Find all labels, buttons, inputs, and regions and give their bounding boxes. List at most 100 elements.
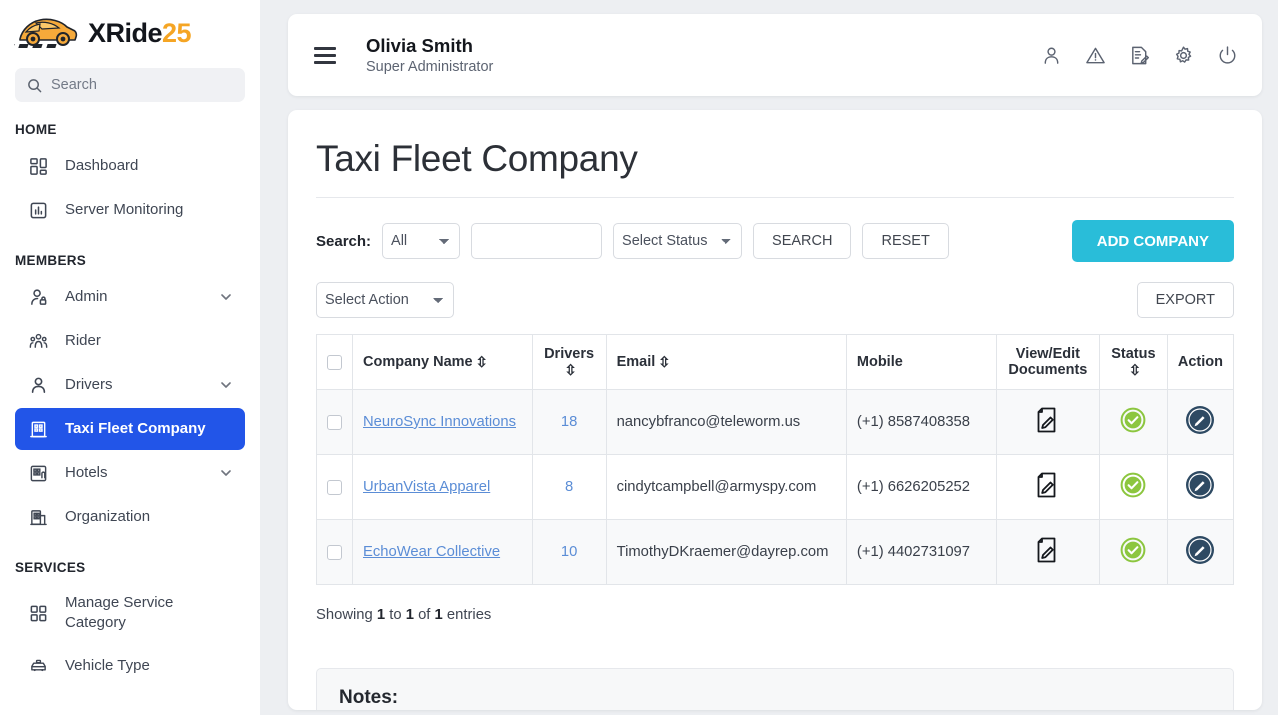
sidebar-item-label: Taxi Fleet Company <box>65 419 233 439</box>
column-label: View/Edit Documents <box>1008 346 1087 378</box>
table-row: UrbanVista Apparel 8 cindytcampbell@army… <box>317 455 1234 520</box>
mobile-cell: (+1) 8587408358 <box>846 390 996 455</box>
table-header: Company Name⇳ Drivers⇳ Email⇳ Mobile Vie… <box>317 335 1234 390</box>
sidebar-item-organization[interactable]: Organization <box>15 496 245 538</box>
nav-section-members: MEMBERS <box>0 233 260 274</box>
sidebar-item-dashboard[interactable]: Dashboard <box>15 145 245 187</box>
drivers-count-link[interactable]: 10 <box>561 544 577 560</box>
hotel-icon <box>27 462 49 484</box>
table-header-row: Company Name⇳ Drivers⇳ Email⇳ Mobile Vie… <box>317 335 1234 390</box>
sidebar-search[interactable] <box>15 68 245 102</box>
column-header-company-name[interactable]: Company Name⇳ <box>353 335 533 390</box>
document-edit-icon[interactable] <box>1035 406 1061 434</box>
sort-arrow-icon[interactable]: ⇳ <box>658 355 670 371</box>
drivers-cell: 10 <box>532 520 606 585</box>
column-header-email[interactable]: Email⇳ <box>606 335 846 390</box>
column-label: Status <box>1111 346 1155 362</box>
check-circle-icon[interactable] <box>1120 407 1146 433</box>
sort-arrow-icon[interactable]: ⇳ <box>476 355 488 371</box>
drivers-cell: 8 <box>532 455 606 520</box>
search-input[interactable] <box>51 77 233 93</box>
brand-name-accent: 25 <box>162 18 191 48</box>
edit-pencil-circle-icon[interactable] <box>1185 470 1215 500</box>
sidebar-item-admin[interactable]: Admin <box>15 276 245 318</box>
documents-cell <box>996 455 1099 520</box>
column-header-drivers[interactable]: Drivers⇳ <box>532 335 606 390</box>
edit-pencil-circle-icon[interactable] <box>1185 405 1215 435</box>
notes-title: Notes: <box>339 687 1211 709</box>
sidebar-item-drivers[interactable]: Drivers <box>15 364 245 406</box>
sidebar-item-server-monitoring[interactable]: Server Monitoring <box>15 189 245 231</box>
sidebar: XRide25 HOME Dashboard Server Moni <box>0 0 260 715</box>
row-checkbox[interactable] <box>327 480 342 495</box>
bulk-action-toolbar: Select Action EXPORT <box>316 282 1234 318</box>
chevron-down-icon[interactable] <box>219 290 233 304</box>
sidebar-item-taxi-fleet-company[interactable]: Taxi Fleet Company <box>15 408 245 450</box>
select-all-checkbox[interactable] <box>327 355 342 370</box>
search-text-input[interactable] <box>471 223 602 259</box>
drivers-count-link[interactable]: 8 <box>565 479 573 495</box>
sidebar-item-hotels[interactable]: Hotels <box>15 452 245 494</box>
brand-logo[interactable]: XRide25 <box>0 0 260 64</box>
table-row: EchoWear Collective 10 TimothyDKraemer@d… <box>317 520 1234 585</box>
sidebar-item-label: Drivers <box>65 375 203 395</box>
status-cell <box>1099 390 1167 455</box>
showing-total: 1 <box>435 607 443 623</box>
sidebar-item-label: Dashboard <box>65 156 233 176</box>
chevron-down-icon[interactable] <box>219 466 233 480</box>
users-group-icon <box>27 330 49 352</box>
column-header-status[interactable]: Status⇳ <box>1099 335 1167 390</box>
content-card: Taxi Fleet Company Search: All Select St… <box>288 110 1262 710</box>
search-icon <box>27 78 42 93</box>
bulk-action-select[interactable]: Select Action <box>316 282 454 318</box>
row-checkbox[interactable] <box>327 415 342 430</box>
check-circle-icon[interactable] <box>1120 472 1146 498</box>
car-icon <box>14 12 80 54</box>
company-name-link[interactable]: NeuroSync Innovations <box>363 414 516 430</box>
add-company-button[interactable]: ADD COMPANY <box>1072 220 1234 262</box>
sort-arrow-icon[interactable]: ⇳ <box>565 363 577 379</box>
showing-to: 1 <box>406 607 414 623</box>
status-cell <box>1099 520 1167 585</box>
user-lock-icon <box>27 286 49 308</box>
header-icon-group <box>1041 45 1238 66</box>
sidebar-item-manage-service-category[interactable]: Manage Service Category <box>15 583 245 644</box>
edit-pencil-circle-icon[interactable] <box>1185 535 1215 565</box>
hamburger-icon[interactable] <box>314 43 336 68</box>
action-cell <box>1167 390 1233 455</box>
company-name-link[interactable]: UrbanVista Apparel <box>363 479 490 495</box>
column-label: Email <box>617 354 656 370</box>
gear-icon[interactable] <box>1173 45 1194 66</box>
power-icon[interactable] <box>1217 45 1238 66</box>
search-category-select[interactable]: All <box>382 223 460 259</box>
search-button[interactable]: SEARCH <box>753 223 851 259</box>
edit-document-icon[interactable] <box>1129 45 1150 66</box>
sidebar-item-label: Manage Service Category <box>65 593 233 634</box>
sidebar-item-rider[interactable]: Rider <box>15 320 245 362</box>
sidebar-item-label: Rider <box>65 331 233 351</box>
top-header-bar: Olivia Smith Super Administrator <box>288 14 1262 96</box>
document-edit-icon[interactable] <box>1035 471 1061 499</box>
sort-arrow-icon[interactable]: ⇳ <box>1129 363 1141 379</box>
sidebar-item-vehicle-type[interactable]: Vehicle Type <box>15 646 245 688</box>
brand-name-main: XRide <box>88 18 162 48</box>
sidebar-item-label: Server Monitoring <box>65 200 233 220</box>
status-select[interactable]: Select Status <box>613 223 742 259</box>
company-name-link[interactable]: EchoWear Collective <box>363 544 500 560</box>
column-header-documents: View/Edit Documents <box>996 335 1099 390</box>
export-button[interactable]: EXPORT <box>1137 282 1234 318</box>
reset-button[interactable]: RESET <box>862 223 948 259</box>
column-label: Drivers <box>544 346 594 362</box>
page-title: Taxi Fleet Company <box>316 138 1234 198</box>
chevron-down-icon[interactable] <box>219 378 233 392</box>
drivers-count-link[interactable]: 18 <box>561 414 577 430</box>
warning-triangle-icon[interactable] <box>1085 45 1106 66</box>
check-circle-icon[interactable] <box>1120 537 1146 563</box>
action-cell <box>1167 455 1233 520</box>
grid-squares-icon <box>27 602 49 624</box>
document-edit-icon[interactable] <box>1035 536 1061 564</box>
row-checkbox[interactable] <box>327 545 342 560</box>
company-name-cell: UrbanVista Apparel <box>353 455 533 520</box>
user-icon[interactable] <box>1041 45 1062 66</box>
companies-table: Company Name⇳ Drivers⇳ Email⇳ Mobile Vie… <box>316 334 1234 585</box>
